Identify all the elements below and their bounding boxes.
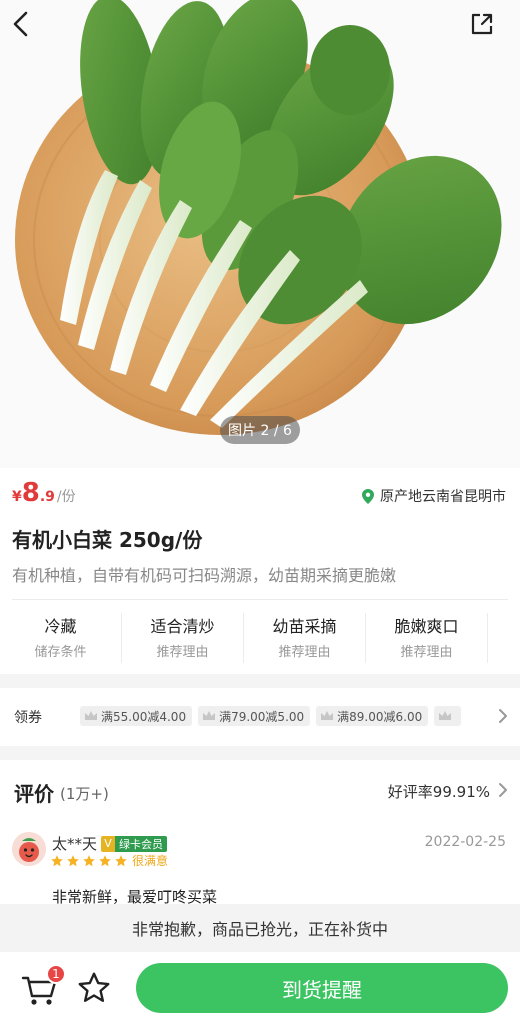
arrival-notify-button[interactable]: 到货提醒 — [136, 963, 508, 1013]
reviews-title: 评价 — [14, 782, 54, 806]
feature-list: 冷藏 储存条件 适合清炒 推荐理由 幼苗采摘 推荐理由 脆嫩爽口 推荐理由 — [0, 613, 520, 663]
coupon-text: 满79.00减5.00 — [219, 709, 305, 724]
star-icon — [51, 854, 63, 866]
divider — [12, 599, 508, 600]
rating-stars: 很满意 — [50, 852, 168, 869]
feature-item: 适合清炒 推荐理由 — [122, 613, 244, 663]
cart-badge: 1 — [46, 964, 66, 984]
avatar-face-icon — [12, 832, 46, 866]
reviews-count: (1万+) — [60, 785, 109, 803]
feature-title: 适合清炒 — [150, 617, 215, 636]
avatar — [12, 832, 46, 866]
coupon-label: 领券 — [14, 710, 42, 726]
image-counter: 图片 2 / 6 — [220, 416, 300, 444]
share-button[interactable] — [468, 10, 508, 50]
coupon-text: 满89.00减6.00 — [337, 709, 423, 724]
back-button[interactable] — [10, 10, 50, 50]
coupon-text: 满55.00减4.00 — [101, 709, 187, 724]
location-pin-icon — [362, 488, 374, 504]
good-rate[interactable]: 好评率99.91% — [388, 781, 490, 802]
product-image-gallery[interactable]: 图片 2 / 6 — [0, 0, 520, 468]
feature-item: 冷藏 储存条件 — [0, 613, 122, 663]
star-icon — [115, 854, 127, 866]
price-decimal: .9 — [39, 489, 55, 505]
chevron-right-icon[interactable] — [498, 782, 508, 798]
feature-subtitle: 储存条件 — [34, 645, 87, 660]
member-badge-label: 绿卡会员 — [115, 835, 168, 852]
coupon-row[interactable]: 领券 满55.00减4.00 满79.00减5.00 满89.00减6.00 — [0, 688, 520, 746]
cart-button[interactable]: 1 — [20, 964, 66, 1008]
favorite-button[interactable] — [76, 970, 112, 1006]
feature-subtitle: 推荐理由 — [156, 645, 209, 660]
price-symbol: ¥ — [12, 489, 22, 505]
crown-icon — [85, 711, 97, 720]
coupon-chip[interactable]: 满79.00减5.00 — [198, 706, 311, 726]
coupon-chip[interactable]: 满55.00减4.00 — [80, 706, 193, 726]
chevron-left-icon — [13, 11, 28, 37]
star-icon — [83, 854, 95, 866]
member-badge: V 绿卡会员 — [101, 835, 168, 852]
share-icon — [471, 13, 493, 35]
bottom-action-bar: 1 到货提醒 — [0, 952, 520, 1024]
rating-text: 很满意 — [132, 854, 169, 868]
feature-subtitle: 推荐理由 — [278, 645, 331, 660]
feature-item: 脆嫩爽口 推荐理由 — [366, 613, 488, 663]
price-integer: 8 — [21, 478, 40, 508]
coupon-chip[interactable]: 满89.00减6.00 — [316, 706, 429, 726]
bok-choy-image — [0, 0, 520, 468]
review-date: 2022-02-25 — [424, 834, 506, 850]
star-icon — [67, 854, 79, 866]
feature-subtitle: 推荐理由 — [400, 645, 453, 660]
crown-icon — [203, 711, 216, 720]
coupon-chip-partial[interactable] — [434, 706, 462, 726]
product-subtitle: 有机种植，自带有机码可扫码溯源，幼苗期采摘更脆嫩 — [12, 566, 397, 585]
feature-title: 幼苗采摘 — [272, 617, 337, 636]
product-info-card: ¥ 8 .9 /份 原产地云南省昆明市 有机小白菜 250g/份 有机种植，自带… — [0, 468, 520, 674]
crown-icon — [321, 711, 334, 720]
sold-out-banner: 非常抱歉，商品已抢光，正在补货中 — [0, 904, 520, 952]
product-title: 有机小白菜 250g/份 — [12, 528, 203, 552]
chevron-right-icon[interactable] — [498, 708, 508, 724]
origin-label: 原产地云南省昆明市 — [362, 486, 506, 506]
coupon-list[interactable]: 满55.00减4.00 满79.00减5.00 满89.00减6.00 — [80, 706, 482, 728]
origin-text: 原产地云南省昆明市 — [380, 489, 506, 505]
star-icon — [99, 854, 111, 866]
reviewer-info: 太**天 V 绿卡会员 — [52, 833, 168, 854]
feature-item: 幼苗采摘 推荐理由 — [244, 613, 366, 663]
price-unit: /份 — [56, 489, 76, 505]
feature-title: 冷藏 — [44, 617, 77, 636]
member-badge-v: V — [101, 835, 116, 852]
star-outline-icon — [78, 972, 110, 1002]
reviewer-name: 太**天 — [52, 835, 98, 853]
crown-icon — [439, 711, 452, 720]
feature-title: 脆嫩爽口 — [394, 617, 459, 636]
